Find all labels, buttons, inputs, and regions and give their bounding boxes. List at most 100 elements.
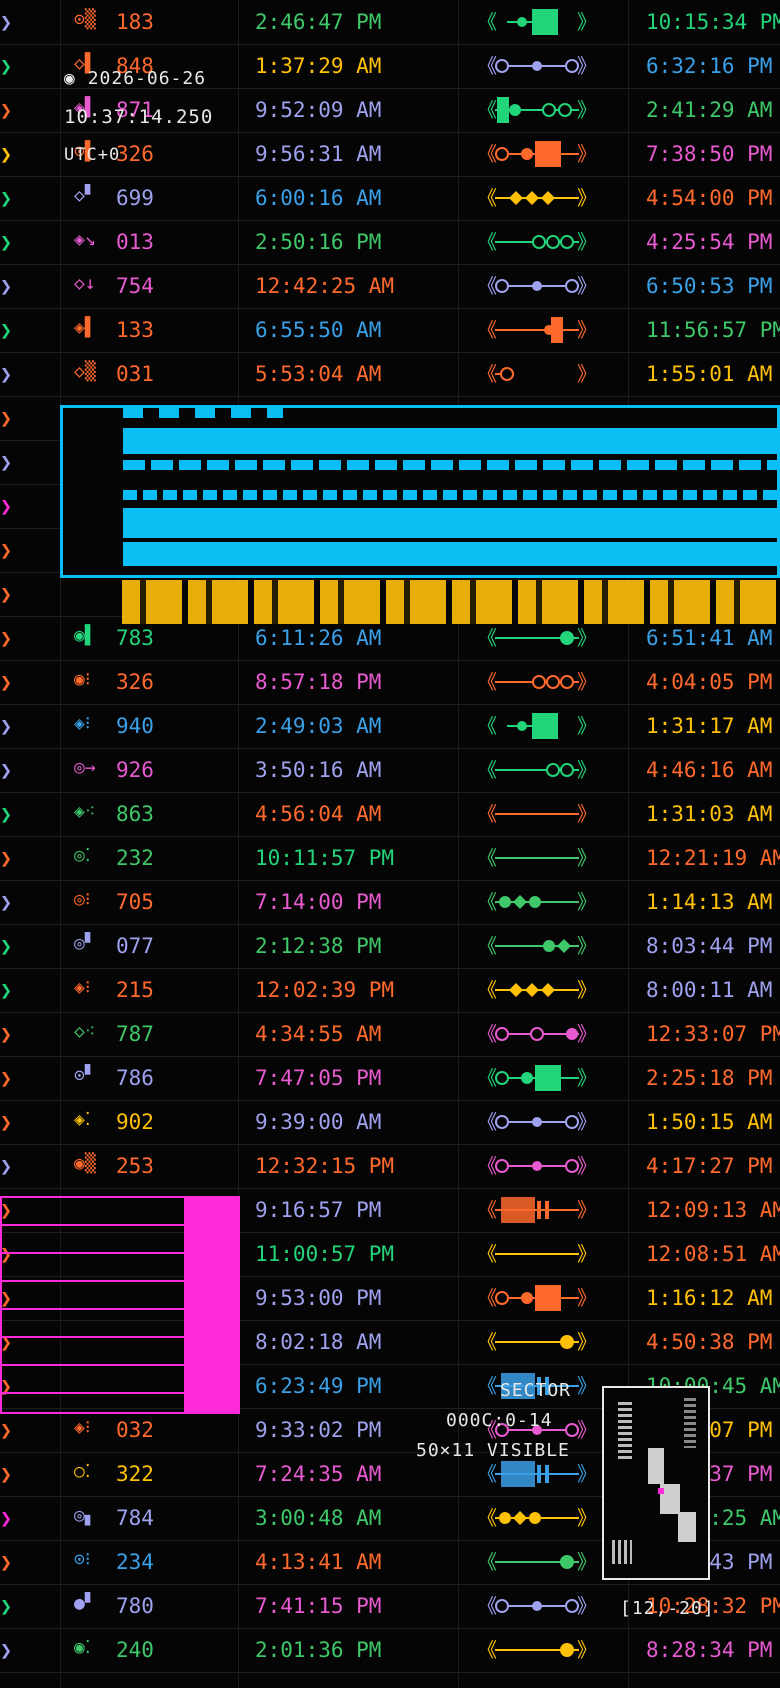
row-expand-icon[interactable]: ❯ [0,846,12,870]
row-expand-icon[interactable]: ❯ [0,1550,12,1574]
row-range-slider[interactable]: 《》 [477,1195,597,1225]
row-range-slider[interactable]: 《》 [477,1503,597,1533]
row-expand-icon[interactable]: ❯ [0,1110,12,1134]
row-expand-icon[interactable]: ❯ [0,406,12,430]
row-expand-icon[interactable]: ❯ [0,450,12,474]
row-expand-icon[interactable]: ❯ [0,10,12,34]
table-row[interactable]: ❯ ◉▒ 253 12:32:15 PM 《》 4:17:27 PM [0,1144,780,1189]
table-row[interactable]: ❯ ⊙▒ 183 2:46:47 PM 《》 10:15:34 PM [0,0,780,45]
table-row[interactable]: ❯ ◉⁚ 240 2:01:36 PM 《》 8:28:34 PM [0,1628,780,1673]
row-expand-icon[interactable]: ❯ [0,318,12,342]
row-range-slider[interactable]: 《》 [477,1591,597,1621]
row-range-slider[interactable]: 《》 [477,315,597,345]
row-expand-icon[interactable]: ❯ [0,1418,12,1442]
row-start-time: 9:56:31 AM [255,142,382,166]
row-range-slider[interactable]: 《》 [477,1107,597,1137]
row-id: 783 [116,626,154,650]
row-range-slider[interactable]: 《》 [477,139,597,169]
row-expand-icon[interactable]: ❯ [0,230,12,254]
table-row[interactable]: ❯ ◈⁖ 863 4:56:04 AM 《》 1:31:03 AM [0,792,780,837]
row-expand-icon[interactable]: ❯ [0,802,12,826]
row-range-slider[interactable]: 《》 [477,51,597,81]
row-range-slider[interactable]: 《》 [477,1151,597,1181]
row-range-slider[interactable]: 《》 [477,799,597,829]
svg-text:》: 》 [577,890,597,914]
row-range-slider[interactable]: 《》 [477,1635,597,1665]
row-id: 940 [116,714,154,738]
row-expand-icon[interactable]: ❯ [0,186,12,210]
row-expand-icon[interactable]: ❯ [0,98,12,122]
row-range-slider[interactable]: 《》 [477,931,597,961]
row-start-time: 8:57:18 PM [255,670,382,694]
row-range-slider[interactable]: 《》 [477,667,597,697]
table-row[interactable]: ❯ ◇▘ 699 6:00:16 AM 《》 4:54:00 PM [0,176,780,221]
svg-text:《: 《 [477,1286,497,1310]
row-range-slider[interactable]: 《》 [477,95,597,125]
row-expand-icon[interactable]: ❯ [0,538,12,562]
row-range-slider[interactable]: 《》 [477,1019,597,1049]
table-row[interactable]: ❯ ⊙▘ 786 7:47:05 PM 《》 2:25:18 PM [0,1056,780,1101]
row-end-time: 1:14:13 AM [646,890,773,914]
svg-text:《: 《 [477,934,497,958]
row-expand-icon[interactable]: ❯ [0,1022,12,1046]
row-range-slider[interactable]: 《》 [477,623,597,653]
svg-text:《: 《 [477,98,497,122]
row-expand-icon[interactable]: ❯ [0,758,12,782]
row-range-slider[interactable]: 《》 [477,755,597,785]
row-expand-icon[interactable]: ❯ [0,626,12,650]
row-expand-icon[interactable]: ❯ [0,714,12,738]
row-range-slider[interactable]: 《》 [477,359,597,389]
row-expand-icon[interactable]: ❯ [0,1066,12,1090]
table-row[interactable]: ❯ ◈⁝ 215 12:02:39 PM 《》 8:00:11 AM [0,968,780,1013]
svg-text:《: 《 [477,802,497,826]
row-range-slider[interactable]: 《》 [477,887,597,917]
table-row[interactable]: ❯ ◎⁝ 705 7:14:00 PM 《》 1:14:13 AM [0,880,780,925]
table-row[interactable]: ❯ ◈⁝ 940 2:49:03 AM 《》 1:31:17 AM [0,704,780,749]
table-row[interactable]: ❯ ◎→ 926 3:50:16 AM 《》 4:46:16 AM [0,748,780,793]
row-expand-icon[interactable]: ❯ [0,978,12,1002]
row-range-slider[interactable]: 《》 [477,1063,597,1093]
row-expand-icon[interactable]: ❯ [0,274,12,298]
minimap[interactable] [602,1386,710,1580]
row-range-slider[interactable]: 《》 [477,975,597,1005]
svg-text:《: 《 [477,714,497,738]
row-expand-icon[interactable]: ❯ [0,1154,12,1178]
table-row[interactable]: ❯ ◈↘ 013 2:50:16 PM 《》 4:25:54 PM [0,220,780,265]
table-row[interactable]: ❯ ◈⁚ 902 9:39:00 AM 《》 1:50:15 AM [0,1100,780,1145]
row-expand-icon[interactable]: ❯ [0,582,12,606]
row-expand-icon[interactable]: ❯ [0,494,12,518]
row-range-slider[interactable]: 《》 [477,1327,597,1357]
row-expand-icon[interactable]: ❯ [0,670,12,694]
table-row[interactable]: ❯ ◇▒ 031 5:53:04 AM 《》 1:55:01 AM [0,352,780,397]
row-expand-icon[interactable]: ❯ [0,142,12,166]
row-range-slider[interactable]: 《》 [477,711,597,741]
row-range-slider[interactable]: 《》 [477,227,597,257]
svg-text:《: 《 [477,1242,497,1266]
row-expand-icon[interactable]: ❯ [0,934,12,958]
row-expand-icon[interactable]: ❯ [0,54,12,78]
row-expand-icon[interactable]: ❯ [0,1506,12,1530]
row-range-slider[interactable]: 《》 [477,843,597,873]
svg-text:》: 》 [577,802,597,826]
svg-text:》: 》 [577,1242,597,1266]
row-expand-icon[interactable]: ❯ [0,1638,12,1662]
table-row[interactable]: ❯ ◇⁖ 787 4:34:55 AM 《》 12:33:07 PM [0,1012,780,1057]
row-expand-icon[interactable]: ❯ [0,362,12,386]
table-row[interactable]: ❯ ◎▘ 077 2:12:38 PM 《》 8:03:44 PM [0,924,780,969]
table-row[interactable]: ❯ ◉⁝ 326 8:57:18 PM 《》 4:04:05 PM [0,660,780,705]
row-expand-icon[interactable]: ❯ [0,1594,12,1618]
svg-text:《: 《 [477,1330,497,1354]
table-row[interactable]: ❯ ◈▌ 133 6:55:50 AM 《》 11:56:57 PM [0,308,780,353]
table-row[interactable]: ❯ ◎⁚ 232 10:11:57 PM 《》 12:21:19 AM [0,836,780,881]
row-range-slider[interactable]: 《》 [477,183,597,213]
row-start-time: 4:56:04 AM [255,802,382,826]
row-expand-icon[interactable]: ❯ [0,1462,12,1486]
table-row[interactable]: ❯ ◇↓ 754 12:42:25 AM 《》 6:50:53 PM [0,264,780,309]
row-range-slider[interactable]: 《》 [477,1547,597,1577]
row-range-slider[interactable]: 《》 [477,1239,597,1269]
row-expand-icon[interactable]: ❯ [0,890,12,914]
row-range-slider[interactable]: 《》 [477,271,597,301]
row-range-slider[interactable]: 《》 [477,7,597,37]
row-range-slider[interactable]: 《》 [477,1459,597,1489]
row-range-slider[interactable]: 《》 [477,1283,597,1313]
